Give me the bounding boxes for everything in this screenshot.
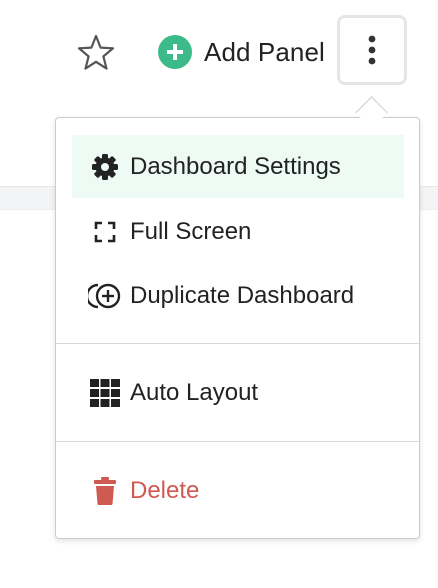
menu-item-label: Auto Layout	[130, 378, 259, 406]
dashboard-options-menu: Dashboard Settings Full Screen Duplicate…	[55, 117, 420, 539]
trash-icon	[88, 474, 122, 508]
menu-item-label: Full Screen	[130, 217, 252, 245]
menu-item-duplicate-dashboard[interactable]: Duplicate Dashboard	[72, 264, 404, 327]
duplicate-icon	[88, 279, 122, 313]
add-panel-label: Add Panel	[204, 36, 325, 67]
grid-icon	[88, 376, 122, 410]
menu-item-label: Duplicate Dashboard	[130, 281, 355, 309]
plus-circle-icon	[158, 35, 192, 69]
add-panel-button[interactable]: Add Panel	[158, 33, 325, 71]
menu-divider	[56, 343, 419, 344]
gear-icon	[88, 150, 122, 184]
menu-item-label: Delete	[130, 476, 200, 504]
more-options-button[interactable]	[337, 15, 407, 85]
menu-divider	[56, 441, 419, 442]
star-outline-icon	[77, 34, 115, 70]
menu-item-label: Dashboard Settings	[130, 152, 341, 180]
menu-item-auto-layout[interactable]: Auto Layout	[72, 361, 404, 424]
fullscreen-icon	[88, 215, 122, 249]
vertical-ellipsis-icon	[368, 35, 376, 65]
menu-item-dashboard-settings[interactable]: Dashboard Settings	[72, 135, 404, 198]
menu-item-full-screen[interactable]: Full Screen	[72, 200, 404, 263]
favorite-star-button[interactable]	[77, 34, 115, 70]
menu-item-delete[interactable]: Delete	[72, 459, 404, 522]
